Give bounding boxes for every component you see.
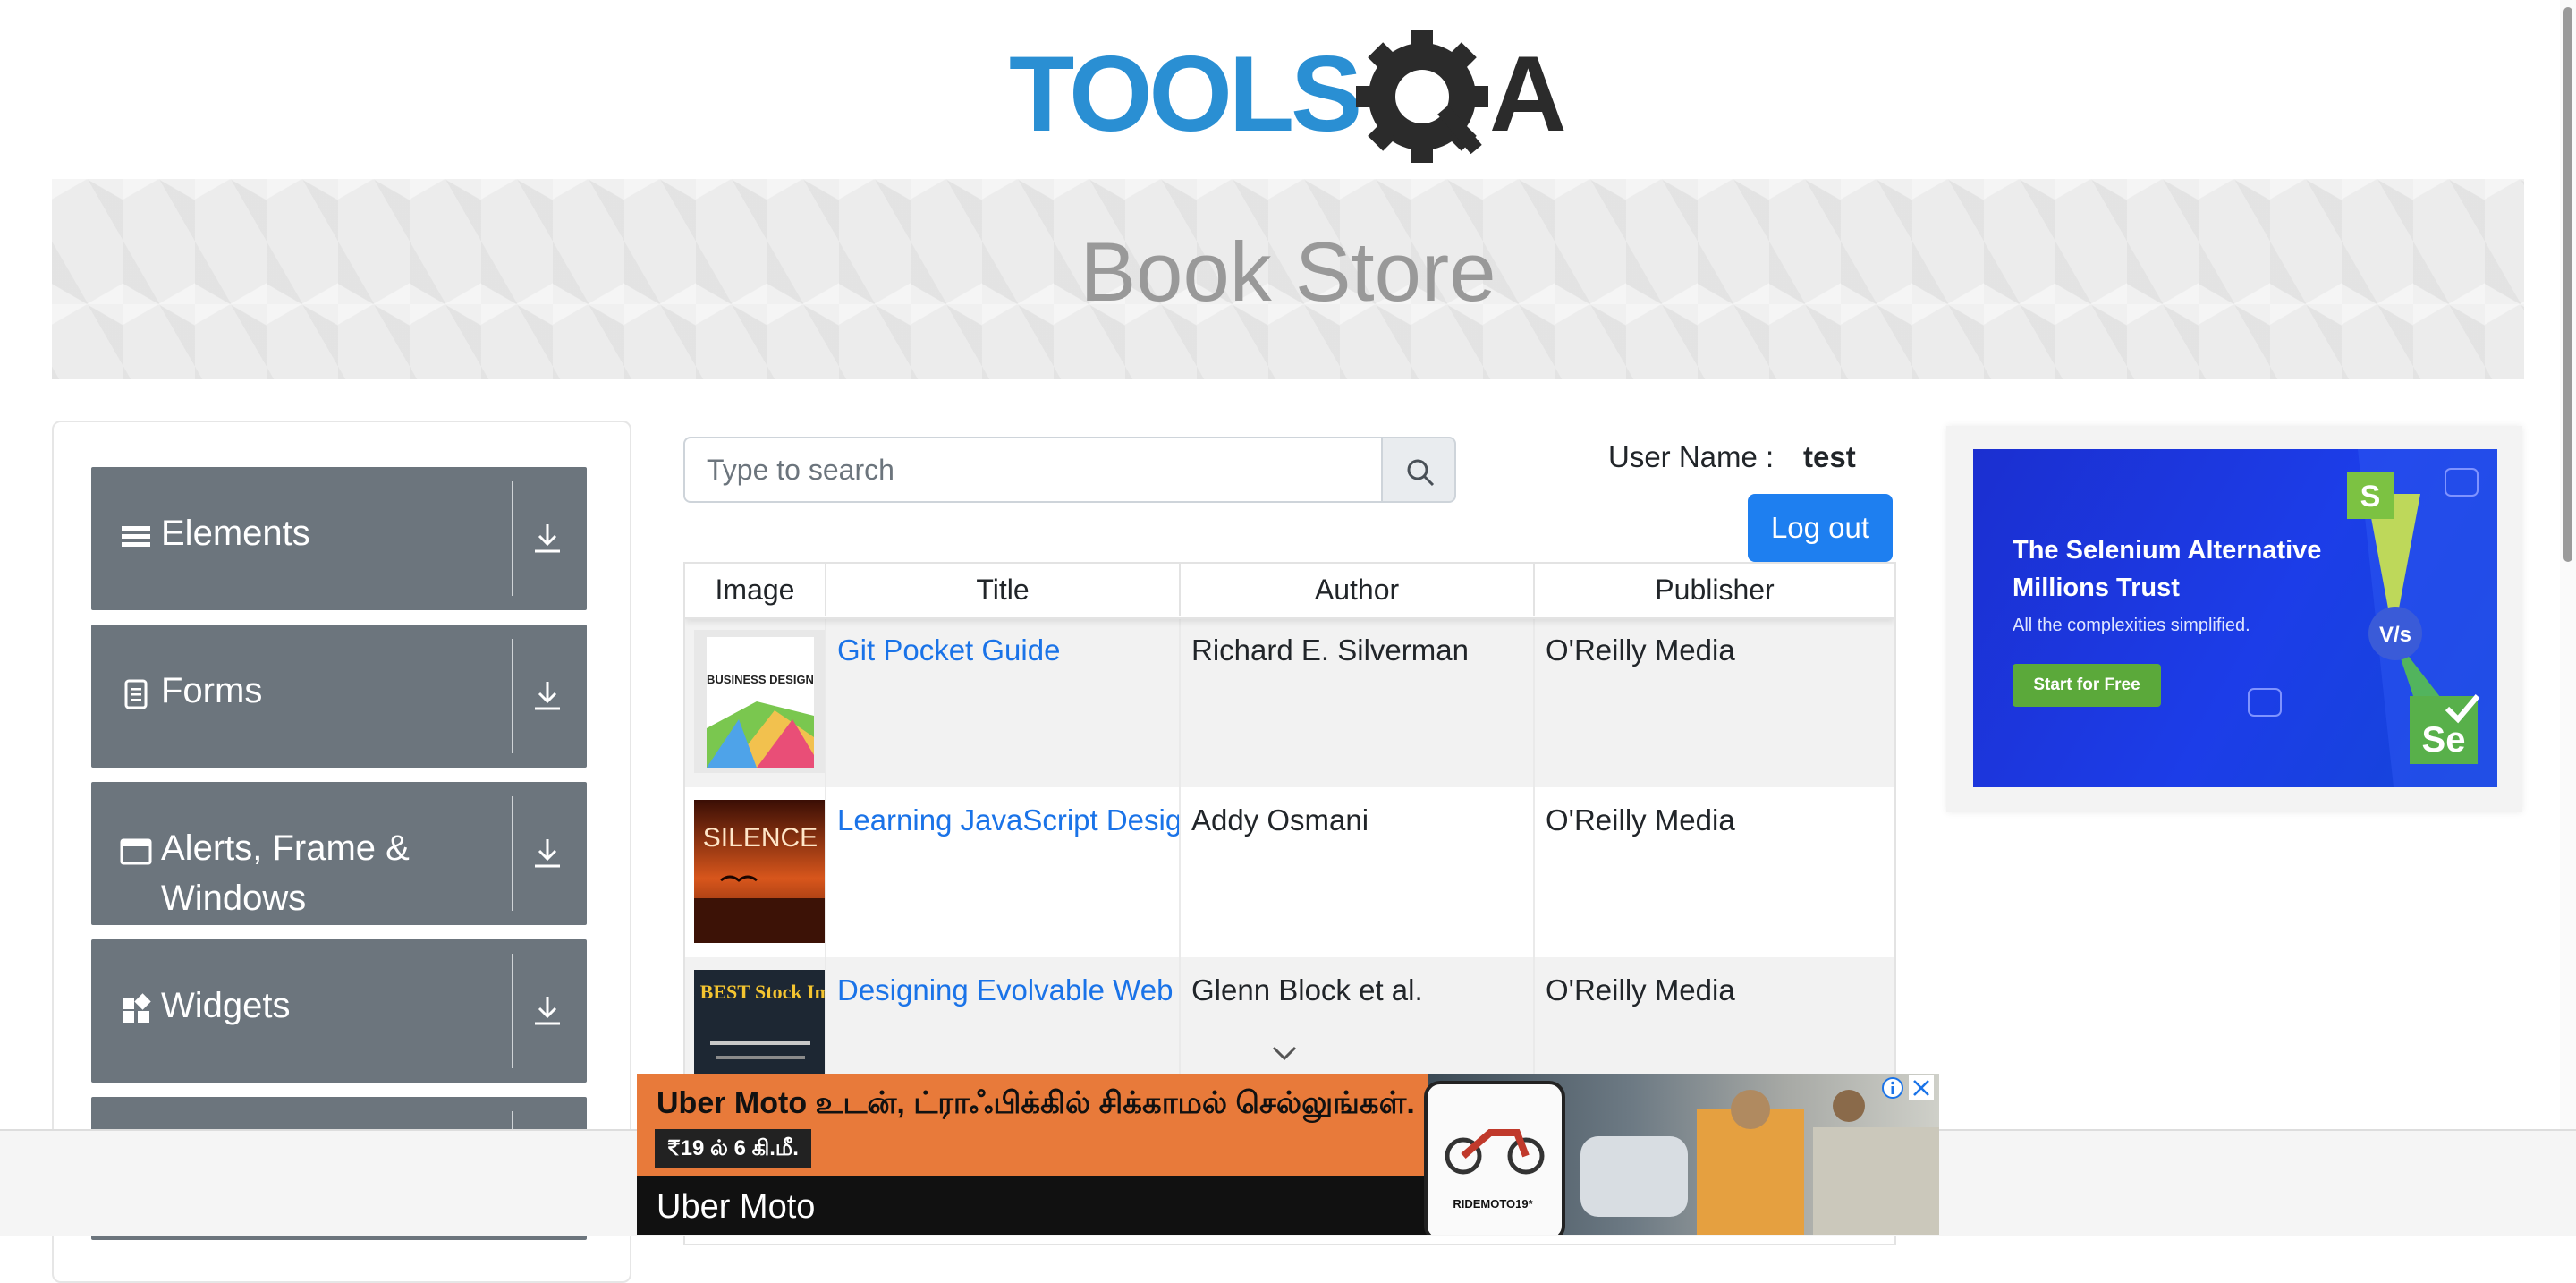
toolsqa-logo[interactable]: TOOLS A [1002, 25, 1583, 168]
search-box [683, 437, 1470, 503]
svg-text:SILENCE: SILENCE [703, 823, 818, 853]
cell-image: BUSINESS DESIGN [685, 617, 826, 787]
page-title: Book Store [1080, 225, 1496, 319]
svg-text:A: A [1489, 34, 1567, 154]
book-title-link[interactable]: Designing Evolvable Web APIs with ASP.NE… [837, 973, 1179, 1007]
cell-author: Richard E. Silverman [1181, 617, 1535, 787]
sidebar-group-label: Forms [161, 671, 263, 710]
book-publisher: O'Reilly Media [1546, 973, 1735, 1007]
column-header-image[interactable]: Image [685, 564, 826, 616]
cell-publisher: O'Reilly Media [1535, 617, 1894, 787]
cell-title: Git Pocket Guide [826, 617, 1181, 787]
book-title-link[interactable]: Git Pocket Guide [837, 633, 1060, 667]
window-icon [120, 838, 152, 865]
sidebar-group-widgets[interactable]: Widgets [91, 939, 587, 1083]
table-row: BUSINESS DESIGN Git Pocket Guide Richard… [685, 617, 1894, 787]
menu-icon [122, 526, 150, 547]
svg-text:BUSINESS DESIGN: BUSINESS DESIGN [707, 673, 814, 686]
ad-phone-graphic: RIDEMOTO19* [1424, 1081, 1565, 1235]
book-cover-image[interactable]: BUSINESS DESIGN [694, 630, 826, 773]
advertisement-right: S V/s Se The Selenium Alternative Millio… [1946, 426, 2522, 812]
ad-promo-code: RIDEMOTO19* [1453, 1197, 1533, 1211]
cell-image: SILENCE [685, 787, 826, 957]
sidebar-group-label: Widgets [161, 986, 291, 1025]
download-icon[interactable] [530, 521, 565, 557]
svg-text:THE BEST Stock Images: THE BEST Stock Images [694, 981, 826, 1003]
download-icon[interactable] [530, 993, 565, 1029]
book-author: Richard E. Silverman [1191, 633, 1469, 667]
book-publisher: O'Reilly Media [1546, 633, 1735, 667]
logout-button[interactable]: Log out [1748, 494, 1893, 562]
cell-publisher: O'Reilly Media [1535, 787, 1894, 957]
search-icon [1407, 459, 1435, 487]
ad-subtext: All the complexities simplified. [2012, 616, 2250, 635]
search-button[interactable] [1381, 437, 1456, 503]
close-icon[interactable] [1909, 1075, 1934, 1100]
book-title-link[interactable]: Learning JavaScript Design Patterns [837, 803, 1179, 837]
ad-headline: Uber Moto உடன், ட்ராஃபிக்கில் சிக்காமல் … [657, 1086, 1415, 1120]
user-name-label: User Name : [1608, 440, 1775, 473]
download-icon[interactable] [530, 678, 565, 714]
sidebar-group-label: Elements [161, 514, 310, 553]
table-row: SILENCE Learning JavaScript Design Patte… [685, 787, 1894, 957]
page-banner: Book Store [52, 179, 2524, 379]
search-input[interactable] [683, 437, 1383, 503]
ad-brand: Uber Moto [657, 1188, 816, 1226]
column-header-title[interactable]: Title [826, 564, 1181, 616]
divider [512, 954, 513, 1068]
divider [512, 796, 513, 911]
book-author: Glenn Block et al. [1191, 973, 1423, 1007]
cell-author: Addy Osmani [1181, 787, 1535, 957]
book-cover-image[interactable]: SILENCE [694, 800, 826, 943]
book-author: Addy Osmani [1191, 803, 1369, 837]
table-header: Image Title Author Publisher [685, 564, 1894, 619]
info-icon[interactable] [1880, 1075, 1905, 1100]
svg-text:Se: Se [2422, 720, 2466, 760]
advertisement-bottom[interactable]: Uber Moto உடன், ட்ராஃபிக்கில் சிக்காமல் … [637, 1074, 1939, 1235]
motorbike-icon [1445, 1129, 1545, 1175]
document-icon [124, 679, 148, 709]
download-icon[interactable] [530, 836, 565, 871]
column-header-author[interactable]: Author [1181, 564, 1535, 616]
svg-text:V/s: V/s [2379, 623, 2411, 647]
ad-price-badge: ₹19 ல் 6 கி.மீ. [655, 1129, 811, 1168]
column-header-publisher[interactable]: Publisher [1535, 564, 1894, 616]
divider [512, 639, 513, 753]
ad-banner[interactable]: S V/s Se The Selenium Alternative Millio… [1973, 449, 2497, 787]
divider [512, 481, 513, 596]
sidebar-group-alerts-frame-windows[interactable]: Alerts, Frame & Windows [91, 782, 587, 925]
ad-headline: The Selenium Alternative Millions Trust [2012, 536, 2322, 602]
scrollbar-thumb[interactable] [2563, 7, 2572, 562]
sidebar-group-elements[interactable]: Elements [91, 467, 587, 610]
svg-text:TOOLS: TOOLS [1009, 34, 1359, 154]
cell-title: Learning JavaScript Design Patterns [826, 787, 1181, 957]
sidebar-group-forms[interactable]: Forms [91, 625, 587, 768]
book-publisher: O'Reilly Media [1546, 803, 1735, 837]
user-name-value: test [1803, 440, 1856, 473]
ad-cta-button[interactable]: Start for Free [2012, 664, 2161, 707]
widgets-icon [123, 993, 151, 1023]
sidebar-group-label: Alerts, Frame & Windows [161, 828, 410, 918]
svg-text:S: S [2360, 480, 2381, 514]
chevron-down-icon[interactable] [1270, 1043, 1299, 1063]
